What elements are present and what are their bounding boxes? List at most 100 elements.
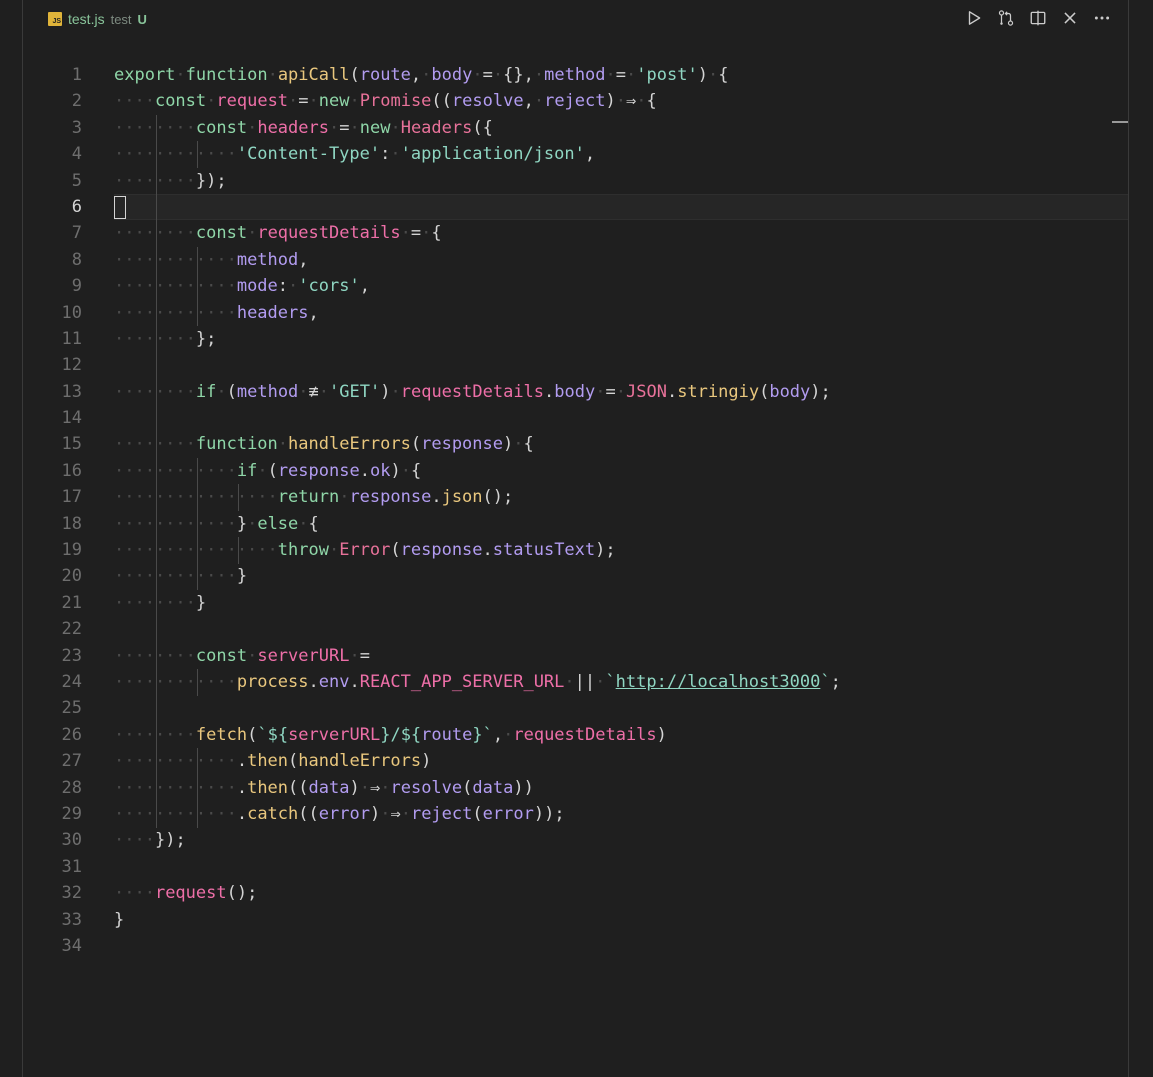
code-line[interactable]: 30 ····});: [0, 827, 1153, 853]
code-text: ········fetch(`${serverURL}/${route}`,·r…: [114, 724, 667, 745]
code-text: ············if·(response.ok)·{: [114, 460, 422, 481]
code-text: ········});: [114, 170, 227, 191]
code-line[interactable]: 3 ········const·headers·=·new·Headers({: [0, 115, 1153, 141]
code-text: ········function·handleErrors(response)·…: [114, 434, 534, 455]
code-line[interactable]: 24 ············process.env.REACT_APP_SERV…: [0, 669, 1153, 695]
code-line[interactable]: 4 ············'Content-Type':·'applicatio…: [0, 141, 1153, 167]
code-line[interactable]: 32 ····request();: [0, 880, 1153, 906]
tab-filename: test.js: [68, 11, 105, 27]
code-line[interactable]: 28 ············.then((data)·⇒·resolve(dat…: [0, 775, 1153, 801]
line-number: 16: [61, 460, 82, 481]
code-text: ············process.env.REACT_APP_SERVER…: [114, 671, 841, 692]
line-number: 6: [71, 196, 82, 217]
git-untracked-badge: U: [137, 11, 147, 27]
code-line[interactable]: 23 ········const·serverURL·=: [0, 643, 1153, 669]
code-line[interactable]: 7 ········const·requestDetails·=·{: [0, 220, 1153, 246]
line-number: 18: [61, 513, 82, 534]
code-text: ············mode:·'cors',: [114, 276, 370, 297]
line-number: 2: [71, 91, 82, 112]
line-number: 21: [61, 592, 82, 613]
line-number: 33: [61, 909, 82, 930]
line-number: 10: [61, 302, 82, 323]
code-text: export·function·apiCall(route,·body·=·{}…: [114, 65, 729, 85]
more-actions-icon[interactable]: [1086, 6, 1118, 30]
code-text: }: [114, 909, 125, 930]
line-number: 4: [71, 144, 82, 165]
line-number: 24: [61, 671, 82, 692]
editor-tab-test-js[interactable]: JS test.js test U: [48, 8, 147, 30]
line-number: 17: [61, 487, 82, 508]
line-number: 34: [61, 935, 82, 956]
close-icon[interactable]: [1054, 6, 1086, 30]
code-text: ············.then(handleErrors): [114, 751, 432, 772]
code-text: ············method,: [114, 249, 309, 270]
indent-guide: [196, 246, 198, 326]
line-number: 29: [61, 803, 82, 824]
run-icon[interactable]: [958, 6, 990, 30]
split-editor-icon[interactable]: [1022, 6, 1054, 30]
text-cursor: [114, 195, 126, 219]
code-line[interactable]: 10 ············headers,: [0, 300, 1153, 326]
line-number: 27: [61, 751, 82, 772]
indent-guide: [196, 141, 198, 168]
line-number: 28: [61, 777, 82, 798]
code-line[interactable]: 21 ········}: [0, 590, 1153, 616]
line-number: 9: [71, 276, 82, 297]
code-line[interactable]: 27 ············.then(handleErrors): [0, 748, 1153, 774]
code-line[interactable]: 12: [0, 352, 1153, 378]
editor-toolbar: [958, 6, 1118, 30]
open-changes-icon[interactable]: [990, 6, 1022, 30]
code-line[interactable]: 26 ········fetch(`${serverURL}/${route}`,…: [0, 722, 1153, 748]
line-number: 25: [61, 698, 82, 719]
code-line[interactable]: 8 ············method,: [0, 247, 1153, 273]
code-text: ····});: [114, 830, 186, 851]
code-line[interactable]: 14: [0, 405, 1153, 431]
line-number: 20: [61, 566, 82, 587]
code-text: ········const·serverURL·=: [114, 645, 370, 666]
code-text: ········}: [114, 592, 207, 613]
code-line[interactable]: 16 ············if·(response.ok)·{: [0, 458, 1153, 484]
line-number: 19: [61, 540, 82, 561]
code-editor[interactable]: 1 export·function·apiCall(route,·body·=·{…: [0, 62, 1153, 959]
line-number: 22: [61, 619, 82, 640]
code-line[interactable]: 17 ················return·response.json()…: [0, 484, 1153, 510]
indent-guide: [196, 669, 198, 696]
code-line[interactable]: 5 ········});: [0, 168, 1153, 194]
code-line[interactable]: 2 ····const·request·=·new·Promise((resolv…: [0, 88, 1153, 114]
code-line[interactable]: 34: [0, 933, 1153, 959]
code-line[interactable]: 9 ············mode:·'cors',: [0, 273, 1153, 299]
code-line[interactable]: 33}: [0, 907, 1153, 933]
code-line[interactable]: 15 ········function·handleErrors(response…: [0, 431, 1153, 457]
code-text: ········const·requestDetails·=·{: [114, 223, 442, 244]
line-number: 30: [61, 830, 82, 851]
indent-guide: [196, 458, 198, 590]
code-text: ············'Content-Type':·'application…: [114, 144, 596, 165]
code-line[interactable]: 20 ············}: [0, 563, 1153, 589]
code-line[interactable]: 19 ················throw·Error(response.s…: [0, 537, 1153, 563]
line-number: 12: [61, 355, 82, 376]
code-line[interactable]: 18 ············}·else·{: [0, 511, 1153, 537]
code-text: ····const·request·=·new·Promise((resolve…: [114, 91, 657, 112]
indent-guide: [196, 748, 198, 828]
code-text: ············.catch((error)·⇒·reject(erro…: [114, 803, 565, 824]
code-line[interactable]: 6: [0, 193, 1153, 221]
code-line[interactable]: 25: [0, 695, 1153, 721]
code-text: ········const·headers·=·new·Headers({: [114, 117, 493, 138]
line-number: 7: [71, 223, 82, 244]
code-text: ········};: [114, 328, 217, 349]
line-number: 15: [61, 434, 82, 455]
indent-guide: [237, 537, 239, 564]
code-text: ················return·response.json();: [114, 487, 514, 508]
code-line[interactable]: 13 ········if·(method·≢·'GET')·requestDet…: [0, 379, 1153, 405]
code-line[interactable]: 29 ············.catch((error)·⇒·reject(er…: [0, 801, 1153, 827]
code-line[interactable]: 11 ········};: [0, 326, 1153, 352]
code-text: ············.then((data)·⇒·resolve(data)…: [114, 777, 534, 798]
line-number: 1: [71, 65, 82, 85]
indent-guide: [155, 114, 157, 828]
code-line[interactable]: 22: [0, 616, 1153, 642]
code-text: ············}·else·{: [114, 513, 319, 534]
code-line[interactable]: 31: [0, 854, 1153, 880]
line-number: 11: [61, 328, 82, 349]
line-number: 26: [61, 724, 82, 745]
code-line[interactable]: 1 export·function·apiCall(route,·body·=·{…: [0, 62, 1153, 88]
